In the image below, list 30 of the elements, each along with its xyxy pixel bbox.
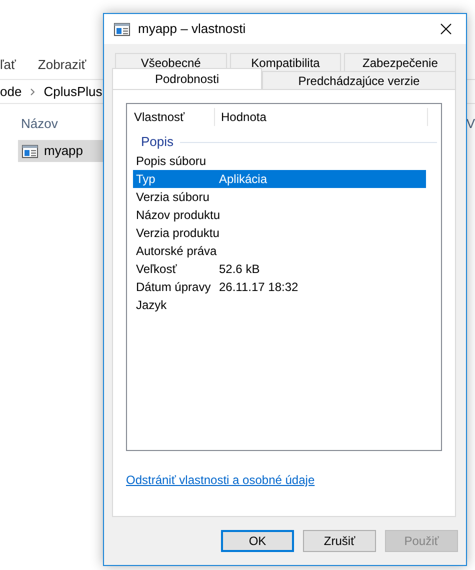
property-row[interactable]: Verzia produktu [133, 224, 426, 242]
chevron-icon [30, 88, 36, 96]
remove-properties-link[interactable]: Odstrániť vlastnosti a osobné údaje [126, 471, 315, 489]
window-title: myapp – vlastnosti [138, 20, 247, 38]
ribbon-tab[interactable]: ľať [0, 54, 16, 74]
property-row[interactable]: Jazyk [133, 296, 426, 314]
column-header[interactable]: Hodnota [215, 108, 428, 126]
column-header[interactable]: V [466, 114, 475, 140]
dialog-button[interactable]: Zrušiť [303, 530, 376, 552]
property-row[interactable]: Názov produktu [133, 206, 426, 224]
tab[interactable]: Podrobnosti [112, 68, 262, 89]
application-icon [22, 144, 38, 158]
property-row[interactable]: Veľkosť 52.6 kB [133, 260, 426, 278]
close-icon [440, 23, 452, 35]
group-header: Popis [141, 133, 174, 152]
breadcrumb-item[interactable]: ode [0, 82, 22, 102]
property-row[interactable]: Dátum úpravy 26.11.17 18:32 [133, 278, 426, 296]
ribbon-tab[interactable]: Zobraziť [38, 54, 86, 74]
dialog-button[interactable]: OK [221, 530, 294, 552]
property-row[interactable]: Verzia súboru [133, 188, 426, 206]
breadcrumb-item[interactable]: CplusPlus [44, 82, 102, 102]
column-header[interactable]: Názov [21, 114, 58, 140]
property-row[interactable]: Autorské práva [133, 242, 426, 260]
tab[interactable]: Zabezpečenie [344, 53, 456, 71]
column-header[interactable]: Vlastnosť [131, 108, 215, 126]
application-icon [114, 22, 130, 36]
property-row[interactable]: Typ Aplikácia [133, 170, 426, 188]
tab[interactable]: Kompatibilita [230, 53, 342, 71]
property-row[interactable]: Popis súboru [133, 152, 426, 170]
tab[interactable]: Predchádzajúce verzie [262, 71, 456, 89]
